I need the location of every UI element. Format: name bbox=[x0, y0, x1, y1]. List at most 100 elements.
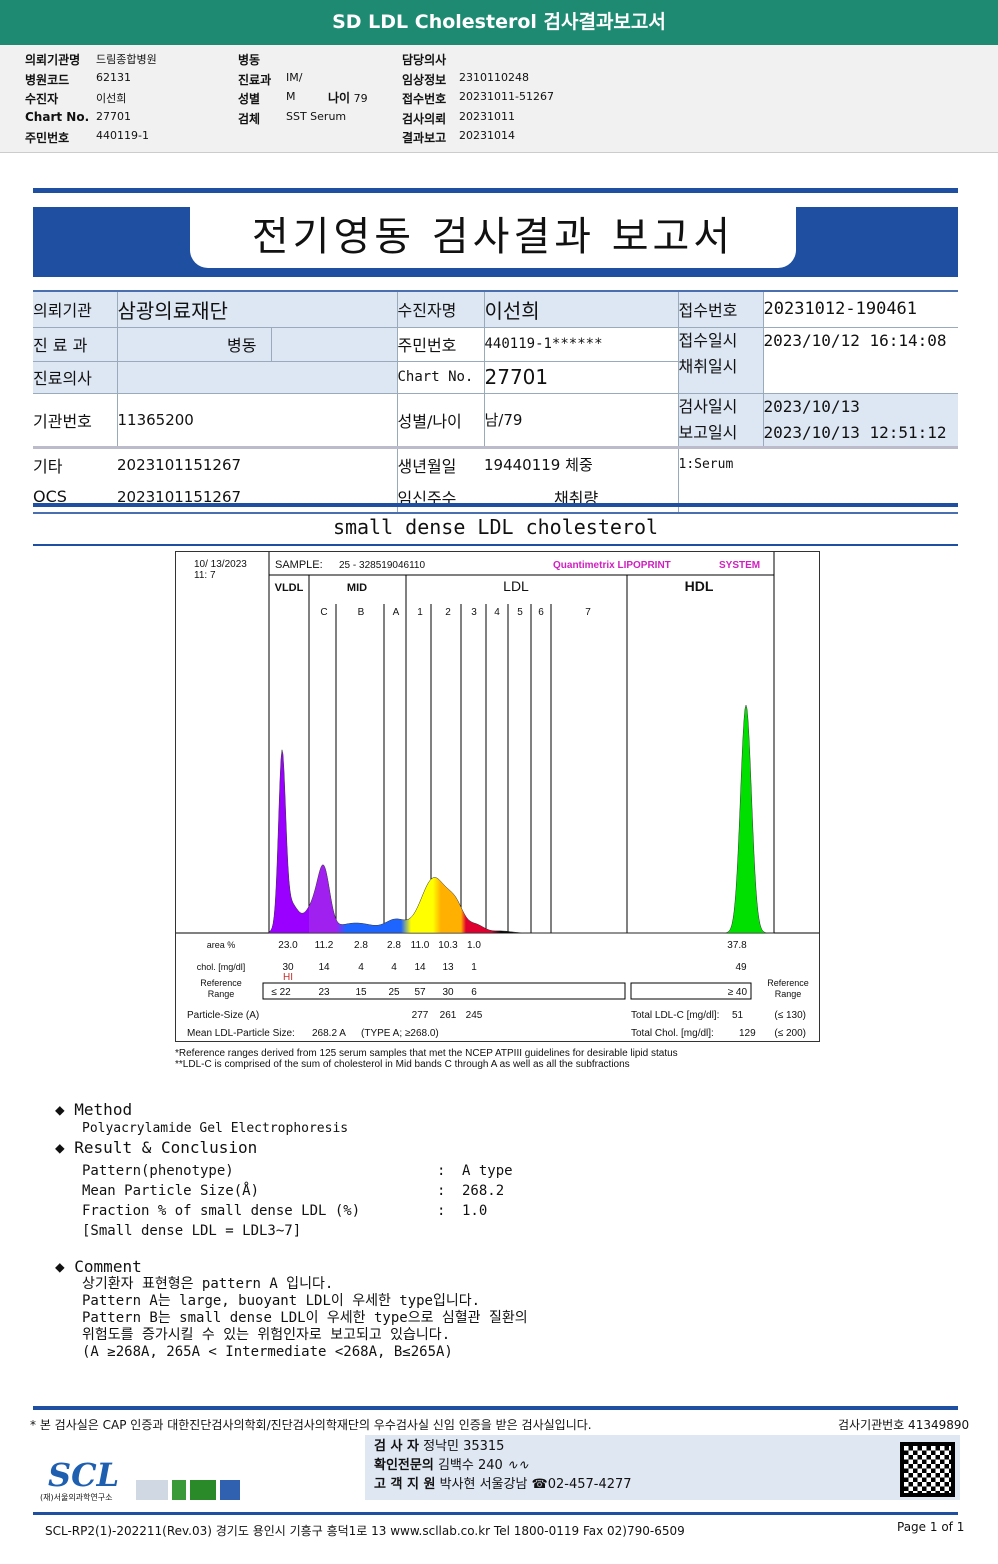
result-label: Fraction % of small dense LDL (%) bbox=[82, 1203, 361, 1219]
area-value: 37.8 bbox=[727, 940, 747, 951]
report-datetime: 2023/10/13 12:51:12 bbox=[763, 422, 947, 442]
particle-size: 245 bbox=[466, 1010, 483, 1021]
divider bbox=[33, 503, 958, 507]
separator: : bbox=[437, 1163, 446, 1179]
label: Total Chol. [mg/dl]: bbox=[631, 1028, 714, 1039]
page-number: Page 1 of 1 bbox=[897, 1520, 965, 1534]
label: 보고일시 bbox=[678, 422, 738, 442]
header-value: 27701 bbox=[96, 109, 131, 123]
result-value: 268.2 bbox=[462, 1183, 505, 1199]
separator: : bbox=[437, 1203, 446, 1219]
label: 임신주수 bbox=[396, 481, 484, 513]
comment-line: Pattern A는 large, buoyant LDL이 우세한 type입… bbox=[82, 1293, 481, 1309]
request-header: 의뢰기관명 드림종합병원 병원코드 62131 수진자 이선희 Chart No. 27701… bbox=[0, 45, 998, 153]
subband-label: 2 bbox=[445, 607, 451, 618]
result-note: [Small dense LDL = LDL3~7] bbox=[82, 1223, 302, 1239]
header-label: 주민번호 bbox=[25, 131, 70, 145]
subband-label: A bbox=[393, 607, 400, 618]
subband-label: 3 bbox=[471, 607, 477, 618]
header-value: M bbox=[286, 90, 296, 103]
label: Particle-Size (A) bbox=[187, 1010, 259, 1021]
lab-number: 검사기관번호 41349890 bbox=[838, 1418, 970, 1432]
age-value: 79 bbox=[353, 92, 368, 105]
header-value: SST Serum bbox=[286, 109, 347, 123]
ref-value: 30 bbox=[442, 987, 454, 998]
diamond-icon: ◆ bbox=[55, 1138, 65, 1157]
label: SAMPLE: bbox=[275, 559, 323, 571]
divider bbox=[33, 1406, 958, 1410]
label: chol. [mg/dl] bbox=[197, 962, 246, 972]
signature-icon: ∿∿ bbox=[506, 1458, 529, 1473]
header-value: 2310110248 bbox=[459, 70, 529, 84]
area-value: 11.2 bbox=[315, 940, 334, 951]
label: 기타 bbox=[33, 456, 63, 476]
lipoprint-electropherogram: 10/ 13/2023 11: 7 SAMPLE: 25 - 328519046110… bbox=[175, 551, 820, 1042]
label: 진료의사 bbox=[33, 361, 117, 393]
comment-line: (A ≥268A, 265A < Intermediate <268A, B≤2… bbox=[82, 1344, 453, 1360]
lab-address: SCL-RP2(1)-202211(Rev.03) 경기도 용인시 기흥구 흥덕… bbox=[45, 1524, 685, 1538]
report-title: 전기영동 검사결과 보고서 bbox=[190, 207, 796, 268]
run-time: 11: 7 bbox=[194, 570, 216, 581]
comment-title: Comment bbox=[74, 1257, 142, 1276]
comment-line: Pattern B는 small dense LDL이 우세한 type으로 심… bbox=[82, 1310, 528, 1326]
certification-note: * 본 검사실은 CAP 인증과 대한진단검사의학회/진단검사의학재단의 우수검… bbox=[30, 1418, 592, 1432]
header-value: 62131 bbox=[96, 70, 131, 84]
sex-age: 남/79 bbox=[483, 393, 678, 447]
ref-value: 25 bbox=[388, 987, 400, 998]
test-date: 2023/10/13 bbox=[763, 396, 860, 416]
diamond-icon: ◆ bbox=[55, 1257, 65, 1276]
header-label: 진료과 bbox=[238, 72, 272, 87]
subband-label: B bbox=[358, 607, 365, 618]
comment-line: 상기환자 표현형은 pattern A 입니다. bbox=[82, 1276, 334, 1292]
result-title: Result & Conclusion bbox=[74, 1138, 258, 1157]
header-value: 이선희 bbox=[96, 92, 127, 105]
label: 수진자명 bbox=[396, 291, 484, 327]
header-label: 병원코드 bbox=[25, 72, 70, 87]
patient-info-table: 의뢰기관 삼광의료재단 수진자명 이선희 접수번호 20231012-19046… bbox=[33, 290, 958, 514]
ref-value: 15 bbox=[355, 987, 367, 998]
chol-value: 14 bbox=[414, 962, 426, 973]
divider bbox=[33, 544, 958, 546]
electropherogram-curve bbox=[268, 704, 774, 934]
section-title: small dense LDL cholesterol bbox=[332, 515, 659, 539]
header-label: Chart No. bbox=[25, 109, 90, 124]
footnote: **LDL-C is comprised of the sum of chole… bbox=[175, 1059, 630, 1070]
header-value: IM/ bbox=[286, 70, 303, 84]
ocs-value: 2023101151267 bbox=[117, 487, 242, 506]
ref-value: 57 bbox=[414, 987, 426, 998]
subband-label: 5 bbox=[517, 607, 523, 618]
label: 주민번호 bbox=[396, 327, 484, 361]
result-label: Mean Particle Size(Å) bbox=[82, 1183, 260, 1199]
label: (≤ 200) bbox=[774, 1028, 806, 1039]
age-label: 나이 bbox=[328, 91, 351, 105]
etc-value: 2023101151267 bbox=[117, 455, 242, 474]
header-value: 20231011-51267 bbox=[459, 90, 554, 103]
scl-logo: SCL bbox=[48, 1456, 120, 1494]
band-mid: MID bbox=[347, 582, 367, 594]
chol-value: 14 bbox=[318, 962, 330, 973]
label: 고 객 지 원 bbox=[374, 1477, 436, 1492]
area-value: 10.3 bbox=[438, 940, 458, 951]
comment-line: 위험도를 증가시킬 수 있는 위험인자로 보고되고 있습니다. bbox=[82, 1327, 451, 1343]
result-label: Pattern(phenotype) bbox=[82, 1163, 234, 1179]
label: 진 료 과 bbox=[33, 327, 117, 361]
result-row: Pattern(phenotype): A type bbox=[82, 1161, 755, 1181]
total-chol: 129 bbox=[739, 1028, 756, 1039]
header-label: 성별 bbox=[238, 92, 261, 106]
label: 채취일시 bbox=[678, 356, 738, 376]
label: 성별/나이 bbox=[396, 393, 484, 447]
area-value: 1.0 bbox=[467, 940, 481, 951]
label: (≤ 130) bbox=[774, 1010, 806, 1021]
qr-code-icon bbox=[900, 1442, 955, 1497]
total-ldl: 51 bbox=[732, 1010, 744, 1021]
header-label: 임상정보 bbox=[402, 72, 447, 87]
birth-date: 19440119 bbox=[484, 456, 561, 475]
particle-size: 277 bbox=[412, 1010, 429, 1021]
ref-value: ≤ 22 bbox=[271, 987, 291, 998]
label: (TYPE A; ≥268.0) bbox=[361, 1028, 439, 1039]
area-value: 23.0 bbox=[278, 940, 298, 951]
subband-label: 7 bbox=[585, 607, 591, 618]
rrn: 440119-1****** bbox=[483, 327, 678, 361]
customer-support: 박사현 서울강남 ☎02-457-4277 bbox=[439, 1477, 632, 1492]
header-value: 20231011 bbox=[459, 109, 515, 123]
